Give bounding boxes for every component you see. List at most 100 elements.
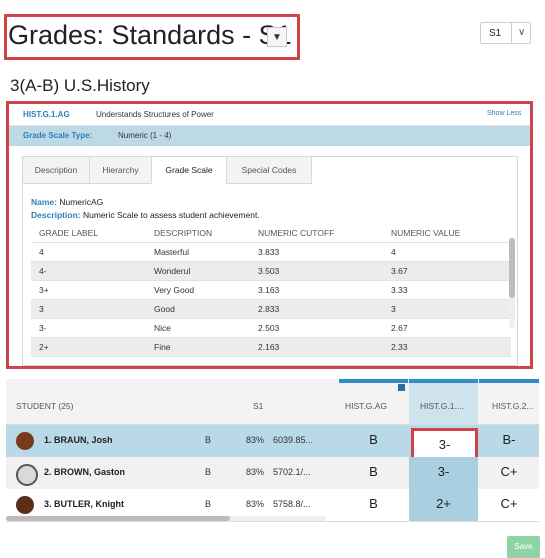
tab-description[interactable]: Description [22, 156, 90, 184]
term-select[interactable]: S1 ∨ [480, 22, 531, 44]
standard-code: HIST.G.1.AG [23, 110, 70, 119]
caret-down-icon[interactable]: ▼ [267, 27, 287, 47]
standard-column-header[interactable]: HIST.G.1.... [420, 401, 464, 411]
value-cell: 2.33 [391, 342, 408, 352]
table-row: 3 Good 2.833 3 [31, 300, 511, 319]
grade-label-cell: 3+ [39, 285, 49, 295]
term-letter-grade: B [205, 499, 212, 509]
standard-row: HIST.G.1.AG Understands Structures of Po… [9, 104, 530, 126]
column-header: DESCRIPTION [154, 228, 213, 238]
horizontal-scrollbar-thumb[interactable] [6, 516, 230, 521]
table-row[interactable]: 2. BROWN, Gaston B 83% 5702.1/... B 3- C… [6, 457, 539, 490]
cutoff-cell: 2.833 [258, 304, 280, 314]
description-cell: Good [154, 304, 175, 314]
cutoff-cell: 3.833 [258, 247, 280, 257]
student-name[interactable]: 3. BUTLER, Knight [44, 499, 124, 509]
standard-column-header[interactable]: HIST.G.2... [492, 401, 534, 411]
grade-cell[interactable]: 2+ [409, 496, 478, 511]
grade-cell[interactable]: B [339, 464, 408, 479]
term-column-header[interactable]: S1 [253, 401, 263, 411]
grade-scale-name-value: NumericAG [59, 197, 104, 207]
column-header: GRADE LABEL [39, 228, 99, 238]
term-percent: 83% [246, 435, 265, 445]
student-column-header[interactable]: STUDENT (25) [16, 401, 73, 411]
grade-label-cell: 3 [39, 304, 44, 314]
column-header: NUMERIC VALUE [391, 228, 461, 238]
grid-header: STUDENT (25) S1 HIST.G.AG HIST.G.1.... H… [6, 379, 539, 425]
student-grades-grid: STUDENT (25) S1 HIST.G.AG HIST.G.1.... H… [6, 379, 539, 523]
grade-cell[interactable]: B [339, 432, 408, 447]
description-cell: Nice [154, 323, 172, 333]
standard-description: Understands Structures of Power [96, 110, 214, 119]
description-cell: Wonderul [154, 266, 191, 276]
grade-cell[interactable]: 3- [409, 464, 478, 479]
cutoff-cell: 2.163 [258, 342, 280, 352]
comment-indicator-icon [398, 384, 405, 391]
page-title: Grades: Standards - S1 [8, 20, 292, 50]
tab-grade-scale[interactable]: Grade Scale [151, 156, 227, 184]
column-strip [479, 379, 539, 383]
grade-scale-description: Description: Numeric Scale to assess stu… [31, 210, 260, 220]
table-header-row: GRADE LABEL DESCRIPTION NUMERIC CUTOFF N… [31, 224, 511, 243]
value-cell: 3.67 [391, 266, 408, 276]
grade-scale-name-label: Name: [31, 197, 57, 207]
standard-tabs-panel: Description Hierarchy Grade Scale Specia… [22, 156, 518, 366]
column-strip [409, 379, 478, 383]
grade-label-cell: 4- [39, 266, 47, 276]
term-letter-grade: B [205, 435, 212, 445]
term-points: 6039.85... [273, 435, 314, 445]
description-cell: Masterful [154, 247, 189, 257]
value-cell: 3 [391, 304, 396, 314]
vertical-scrollbar-thumb[interactable] [509, 238, 515, 298]
grade-scale-name: Name: NumericAG [31, 197, 103, 207]
column-strip [339, 379, 408, 383]
term-points: 5758.8/... [273, 499, 311, 509]
table-row: 2+ Fine 2.163 2.33 [31, 338, 511, 357]
term-percent: 83% [246, 499, 265, 509]
student-name[interactable]: 2. BROWN, Gaston [44, 467, 125, 477]
grade-label-cell: 4 [39, 247, 44, 257]
grade-cell[interactable]: B- [479, 432, 539, 447]
term-points: 5702.1/... [273, 467, 311, 477]
cutoff-cell: 3.163 [258, 285, 280, 295]
value-cell: 3.33 [391, 285, 408, 295]
table-row[interactable]: 1. BRAUN, Josh B 83% 6039.85... B 3- B- [6, 425, 539, 461]
description-cell: Fine [154, 342, 171, 352]
term-percent: 83% [246, 467, 265, 477]
term-select-value: S1 [489, 28, 502, 39]
grade-scale-desc-label: Description: [31, 210, 81, 220]
table-row: 3- Nice 2.503 2.67 [31, 319, 511, 338]
tab-hierarchy[interactable]: Hierarchy [89, 156, 152, 184]
grade-cell[interactable]: C+ [479, 464, 539, 479]
term-letter-grade: B [205, 467, 212, 477]
avatar [16, 464, 38, 486]
table-row: 3+ Very Good 3.163 3.33 [31, 281, 511, 300]
grade-cell[interactable]: B [339, 496, 408, 511]
course-title: 3(A-B) U.S.History [10, 76, 150, 95]
grade-scale-table: GRADE LABEL DESCRIPTION NUMERIC CUTOFF N… [31, 224, 511, 357]
value-cell: 2.67 [391, 323, 408, 333]
save-button[interactable]: Save [507, 536, 540, 558]
avatar [16, 496, 34, 514]
tab-special-codes[interactable]: Special Codes [226, 156, 312, 184]
cutoff-cell: 3.503 [258, 266, 280, 276]
description-cell: Very Good [154, 285, 195, 295]
grade-scale-type-value: Numeric (1 - 4) [118, 131, 172, 140]
student-name[interactable]: 1. BRAUN, Josh [44, 435, 113, 445]
grade-scale-type-row: Grade Scale Type: Numeric (1 - 4) [9, 126, 530, 146]
avatar [16, 432, 34, 450]
standard-detail-panel: HIST.G.1.AG Understands Structures of Po… [6, 101, 533, 369]
chevron-down-icon: ∨ [518, 27, 526, 38]
grade-label-cell: 2+ [39, 342, 49, 352]
grade-scale-desc-value: Numeric Scale to assess student achievem… [82, 210, 260, 220]
value-cell: 4 [391, 247, 396, 257]
grade-scale-type-label: Grade Scale Type: [23, 131, 93, 140]
term-select-divider [511, 23, 512, 43]
table-row: 4- Wonderul 3.503 3.67 [31, 262, 511, 281]
show-less-link[interactable]: Show Less [487, 110, 521, 117]
column-header: NUMERIC CUTOFF [258, 228, 335, 238]
cutoff-cell: 2.503 [258, 323, 280, 333]
standard-column-header[interactable]: HIST.G.AG [345, 401, 387, 411]
grade-label-cell: 3- [39, 323, 47, 333]
grade-cell[interactable]: C+ [479, 496, 539, 511]
